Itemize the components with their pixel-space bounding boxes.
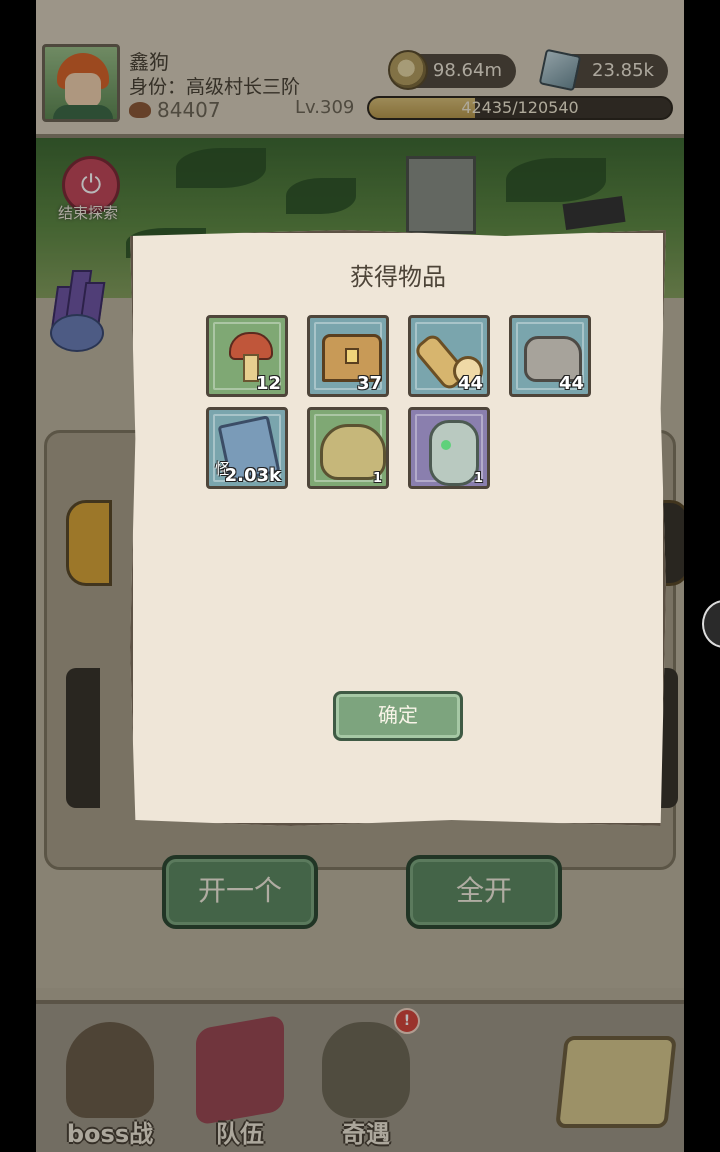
reward-item-chest[interactable]: 37 [307,315,389,397]
reward-item-wood[interactable]: 44 [408,315,490,397]
rewards-dialog: 获得物品 12 37 44 44 怪 2.03k 1 1 确定 [130,230,666,826]
reward-item-toad[interactable]: 1 [307,407,389,489]
reward-item-exp-book[interactable]: 怪 2.03k [206,407,288,489]
floating-assist-button[interactable] [702,600,720,648]
reward-qty: 37 [356,373,382,394]
reward-qty: 44 [457,373,483,394]
reward-qty: 44 [558,373,584,394]
reward-qty: 1 [372,471,382,486]
game-screen: 鑫狗 身份：高级村长三阶 84407 98.64m 23.85k Lv.309 … [36,0,684,1152]
spirit-creature-icon [429,420,479,486]
confirm-button[interactable]: 确定 [333,691,463,741]
reward-item-spirit[interactable]: 1 [408,407,490,489]
dialog-title: 获得物品 [350,263,446,291]
reward-item-stone[interactable]: 44 [509,315,591,397]
reward-qty: 12 [255,373,281,394]
reward-item-mushroom[interactable]: 12 [206,315,288,397]
reward-qty: 1 [473,471,483,486]
reward-qty: 2.03k [224,465,281,486]
